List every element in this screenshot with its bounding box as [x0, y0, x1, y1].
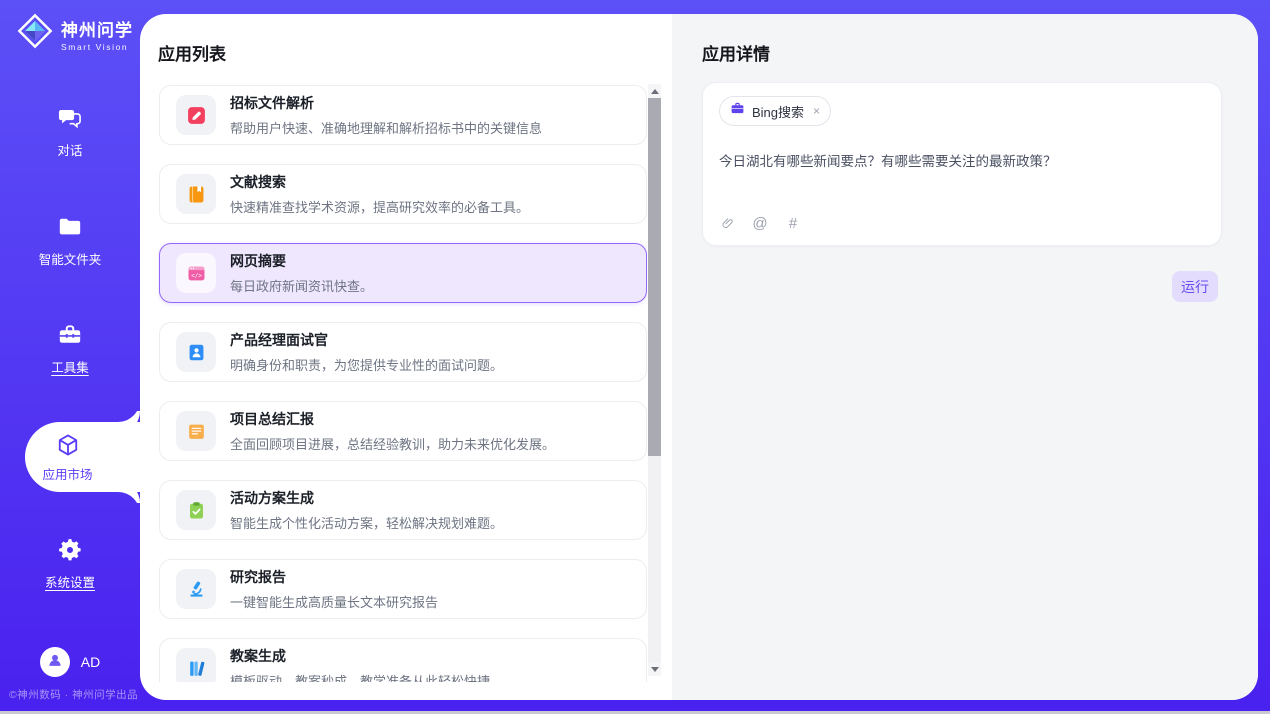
tool-chip-label: Bing搜索 [752, 102, 804, 121]
sidebar-item-settings[interactable]: 系统设置 [0, 537, 140, 591]
app-card-title: 文献搜索 [230, 172, 529, 192]
scroll-up-button[interactable] [648, 84, 661, 98]
user-account[interactable]: AD [0, 647, 140, 677]
at-icon[interactable]: @ [752, 214, 768, 232]
app-detail-title: 应用详情 [702, 40, 770, 65]
app-card-text: 招标文件解析帮助用户快速、准确地理解和解析招标书中的关键信息 [230, 93, 542, 137]
app-card-web-summary[interactable]: </> 网页摘要每日政府新闻资讯快查。 [159, 243, 647, 303]
app-name: 神州问学 [61, 16, 133, 41]
cube-icon [55, 432, 81, 458]
plan-icon [176, 490, 216, 530]
app-card-title: 项目总结汇报 [230, 409, 555, 429]
composer-toolbar: @ # [719, 214, 801, 232]
sidebar: 神州问学 Smart Vision 对话智能文件夹工具集应用市场系统设置 AD … [0, 0, 140, 711]
app-card-desc: 明确身份和职责，为您提供专业性的面试问题。 [230, 355, 503, 374]
logo-diamond-icon [16, 12, 54, 55]
user-icon [46, 651, 64, 674]
briefcase-icon [730, 101, 745, 121]
app-card-desc: 帮助用户快速、准确地理解和解析招标书中的关键信息 [230, 118, 542, 137]
app-card-text: 文献搜索快速精准查找学术资源，提高研究效率的必备工具。 [230, 172, 529, 216]
app-card-text: 网页摘要每日政府新闻资讯快查。 [230, 251, 373, 295]
triangle-down-icon [651, 667, 659, 672]
sidebar-item-label: 对话 [57, 140, 82, 159]
app-card-desc: 快速精准查找学术资源，提高研究效率的必备工具。 [230, 197, 529, 216]
app-card-title: 教案生成 [230, 646, 490, 666]
app-card-title: 研究报告 [230, 567, 438, 587]
chat-icon [57, 105, 83, 131]
book-icon [176, 174, 216, 214]
lesson-icon [176, 648, 216, 682]
app-card-desc: 模板驱动，教案秒成，教学准备从此轻松快捷 [230, 671, 490, 682]
app-card-text: 产品经理面试官明确身份和职责，为您提供专业性的面试问题。 [230, 330, 503, 374]
app-card-event-plan[interactable]: 活动方案生成智能生成个性化活动方案，轻松解决规划难题。 [159, 480, 647, 540]
app-card-desc: 智能生成个性化活动方案，轻松解决规划难题。 [230, 513, 503, 532]
app-logo: 神州问学 Smart Vision [16, 12, 133, 55]
query-input[interactable]: 今日湖北有哪些新闻要点？有哪些需要关注的最新政策？ [719, 152, 1205, 172]
app-card-desc: 全面回顾项目进展，总结经验教训，助力未来优化发展。 [230, 434, 555, 453]
triangle-up-icon [651, 89, 659, 94]
sidebar-item-label: 系统设置 [45, 572, 95, 591]
app-subtitle: Smart Vision [61, 42, 133, 52]
app-list: 招标文件解析帮助用户快速、准确地理解和解析招标书中的关键信息文献搜索快速精准查找… [158, 84, 647, 682]
app-card-desc: 每日政府新闻资讯快查。 [230, 276, 373, 295]
app-list-title: 应用列表 [158, 40, 226, 65]
app-card-title: 活动方案生成 [230, 488, 503, 508]
edit-icon [176, 95, 216, 135]
interview-icon [176, 332, 216, 372]
app-card-project-summary[interactable]: 项目总结汇报全面回顾项目进展，总结经验教训，助力未来优化发展。 [159, 401, 647, 461]
sidebar-item-app-market[interactable]: 应用市场 [25, 422, 140, 492]
sidebar-item-toolset[interactable]: 工具集 [0, 322, 140, 376]
sidebar-item-label: 应用市场 [42, 464, 92, 483]
app-window: 神州问学 Smart Vision 对话智能文件夹工具集应用市场系统设置 AD … [0, 0, 1270, 714]
user-initials: AD [81, 654, 100, 670]
app-card-text: 研究报告一键智能生成高质量长文本研究报告 [230, 567, 438, 611]
summary-icon [176, 411, 216, 451]
sidebar-item-chat[interactable]: 对话 [0, 105, 140, 159]
chip-close-icon[interactable]: × [813, 104, 820, 118]
paperclip-icon[interactable] [719, 214, 735, 232]
app-card-text: 教案生成模板驱动，教案秒成，教学准备从此轻松快捷 [230, 646, 490, 682]
app-card-literature-search[interactable]: 文献搜索快速精准查找学术资源，提高研究效率的必备工具。 [159, 164, 647, 224]
research-icon [176, 569, 216, 609]
tool-chip-bing-search[interactable]: Bing搜索 × [719, 96, 831, 126]
app-card-title: 产品经理面试官 [230, 330, 503, 350]
gear-icon [57, 537, 83, 563]
sidebar-item-label: 工具集 [51, 357, 89, 376]
app-detail-panel: 应用详情 Bing搜索 × 今日湖北有哪些新闻要点？有哪些需要关注的最新政策？ … [672, 14, 1258, 700]
prompt-card: Bing搜索 × 今日湖北有哪些新闻要点？有哪些需要关注的最新政策？ @ # [702, 82, 1222, 246]
toolbox-icon [57, 322, 83, 348]
main-content: 应用列表 招标文件解析帮助用户快速、准确地理解和解析招标书中的关键信息文献搜索快… [140, 14, 1258, 700]
scrollbar[interactable] [648, 84, 661, 676]
folder-icon [57, 214, 83, 240]
scrollbar-thumb[interactable] [648, 98, 661, 456]
sidebar-item-label: 智能文件夹 [39, 249, 102, 268]
app-card-pm-interviewer[interactable]: 产品经理面试官明确身份和职责，为您提供专业性的面试问题。 [159, 322, 647, 382]
app-card-title: 招标文件解析 [230, 93, 542, 113]
svg-text:</>: </> [191, 273, 202, 279]
sidebar-item-smart-folder[interactable]: 智能文件夹 [0, 214, 140, 268]
app-card-title: 网页摘要 [230, 251, 373, 271]
app-card-desc: 一键智能生成高质量长文本研究报告 [230, 592, 438, 611]
web-icon: </> [176, 253, 216, 293]
app-card-text: 项目总结汇报全面回顾项目进展，总结经验教训，助力未来优化发展。 [230, 409, 555, 453]
app-card-text: 活动方案生成智能生成个性化活动方案，轻松解决规划难题。 [230, 488, 503, 532]
avatar [40, 647, 70, 677]
hash-icon[interactable]: # [785, 214, 801, 232]
copyright-footer: ©神州数码 · 神州问学出品 [9, 687, 138, 702]
app-card-research-report[interactable]: 研究报告一键智能生成高质量长文本研究报告 [159, 559, 647, 619]
app-card-bid-analysis[interactable]: 招标文件解析帮助用户快速、准确地理解和解析招标书中的关键信息 [159, 85, 647, 145]
scroll-down-button[interactable] [648, 662, 661, 676]
run-button[interactable]: 运行 [1172, 271, 1218, 302]
app-card-lesson-plan[interactable]: 教案生成模板驱动，教案秒成，教学准备从此轻松快捷 [159, 638, 647, 682]
